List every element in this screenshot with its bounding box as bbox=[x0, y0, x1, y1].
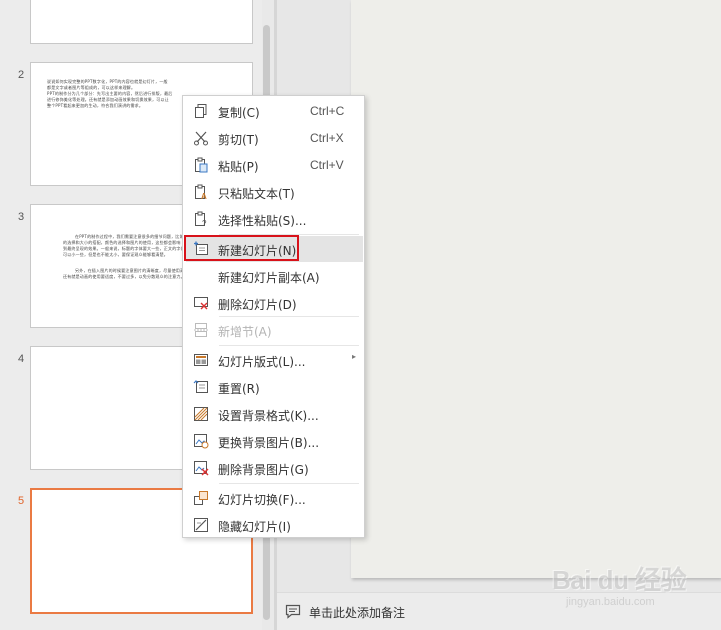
menu-item-label: 选择性粘贴(S)... bbox=[218, 214, 307, 228]
menu-item-change-background[interactable]: 更换背景图片(B)... bbox=[186, 428, 363, 454]
menu-item-shortcut: Ctrl+V bbox=[310, 158, 344, 172]
menu-item-slide-layout[interactable]: 幻灯片版式(L)... ▸ bbox=[186, 347, 363, 373]
paste-special-icon: ? bbox=[193, 211, 209, 228]
menu-item-hide-slide[interactable]: 隐藏幻灯片(I) bbox=[186, 512, 363, 538]
svg-text:A: A bbox=[201, 192, 207, 200]
slide-number: 2 bbox=[18, 69, 25, 81]
slide-canvas[interactable] bbox=[351, 0, 721, 578]
copy-icon bbox=[193, 103, 209, 119]
highlight-annotation-box bbox=[184, 235, 299, 261]
baidu-watermark-logo: Bai du 经验 jingyan.baidu.com bbox=[552, 560, 712, 620]
thumbnail-text-line: 整个PPT看起来更加的生动，符合我们演讲的需求。 bbox=[47, 103, 144, 108]
menu-item-label: 只粘贴文本(T) bbox=[218, 187, 295, 201]
thumbnail-text-line: 可以小一些，但是也不能太小，要保证观众能够看清楚。 bbox=[63, 252, 168, 257]
menu-item-label: 设置背景格式(K)... bbox=[218, 409, 319, 423]
paste-icon bbox=[193, 157, 209, 173]
menu-item-paste-text-only[interactable]: A 只粘贴文本(T) bbox=[186, 179, 363, 205]
new-section-icon bbox=[193, 322, 209, 338]
menu-item-label: 新建幻灯片副本(A) bbox=[218, 271, 320, 285]
menu-item-paste-special[interactable]: ? 选择性粘贴(S)... bbox=[186, 206, 363, 232]
menu-item-label: 更换背景图片(B)... bbox=[218, 436, 320, 450]
submenu-arrow-icon: ▸ bbox=[352, 352, 357, 361]
menu-item-delete-background[interactable]: 删除背景图片(G) bbox=[186, 455, 363, 481]
menu-item-label: 隐藏幻灯片(I) bbox=[218, 520, 291, 534]
paste-text-icon: A bbox=[193, 184, 209, 201]
menu-item-label: 幻灯片切换(F)... bbox=[218, 493, 306, 507]
menu-item-label: 幻灯片版式(L)... bbox=[218, 355, 306, 369]
slide-number-active: 5 bbox=[18, 495, 25, 507]
menu-item-shortcut: Ctrl+X bbox=[310, 131, 344, 145]
menu-item-label: 复制(C) bbox=[218, 106, 260, 120]
menu-separator bbox=[219, 345, 359, 346]
notes-placeholder[interactable]: 单击此处添加备注 bbox=[309, 604, 405, 621]
menu-item-label: 删除幻灯片(D) bbox=[218, 298, 297, 312]
change-background-icon bbox=[193, 433, 209, 449]
menu-item-shortcut: Ctrl+C bbox=[310, 104, 345, 118]
menu-item-copy[interactable]: 复制(C) Ctrl+C bbox=[186, 98, 363, 124]
delete-slide-icon bbox=[193, 295, 209, 311]
watermark-url: jingyan.baidu.com bbox=[566, 596, 655, 608]
menu-separator bbox=[219, 483, 359, 484]
layout-icon bbox=[193, 352, 209, 368]
slide-thumbnail-1[interactable] bbox=[30, 0, 253, 44]
slide-number: 4 bbox=[18, 353, 25, 365]
watermark-logo-text: Bai du 经验 bbox=[552, 565, 687, 595]
menu-item-delete-slide[interactable]: 删除幻灯片(D) bbox=[186, 290, 363, 316]
menu-item-cut[interactable]: 剪切(T) Ctrl+X bbox=[186, 125, 363, 151]
menu-item-label: 剪切(T) bbox=[218, 133, 259, 147]
menu-item-reset[interactable]: 重置(R) bbox=[186, 374, 363, 400]
context-menu: 复制(C) Ctrl+C 剪切(T) Ctrl+X 粘贴(P) Ctrl+V A… bbox=[182, 95, 365, 538]
menu-item-new-section[interactable]: 新增节(A) bbox=[186, 317, 363, 343]
menu-item-slide-transition[interactable]: 幻灯片切换(F)... bbox=[186, 485, 363, 511]
cut-icon bbox=[193, 130, 209, 146]
menu-item-label: 重置(R) bbox=[218, 382, 260, 396]
thumbnail-text-line: 还有就是动画的使用要适度，不要过多，以免分散观众的注意力。 bbox=[63, 274, 185, 279]
menu-item-label: 删除背景图片(G) bbox=[218, 463, 309, 477]
menu-item-format-background[interactable]: 设置背景格式(K)... bbox=[186, 401, 363, 427]
delete-background-icon bbox=[193, 460, 209, 476]
reset-icon bbox=[193, 379, 209, 395]
background-format-icon bbox=[193, 406, 209, 422]
menu-item-paste[interactable]: 粘贴(P) Ctrl+V bbox=[186, 152, 363, 178]
comment-icon bbox=[285, 604, 301, 623]
menu-item-duplicate-slide[interactable]: 新建幻灯片副本(A) bbox=[186, 263, 363, 289]
svg-text:?: ? bbox=[202, 219, 207, 227]
menu-item-label: 新增节(A) bbox=[218, 325, 272, 339]
slide-number: 3 bbox=[18, 211, 25, 223]
menu-item-label: 粘贴(P) bbox=[218, 160, 259, 174]
hide-slide-icon bbox=[193, 517, 209, 533]
slide-transition-icon bbox=[193, 490, 209, 506]
